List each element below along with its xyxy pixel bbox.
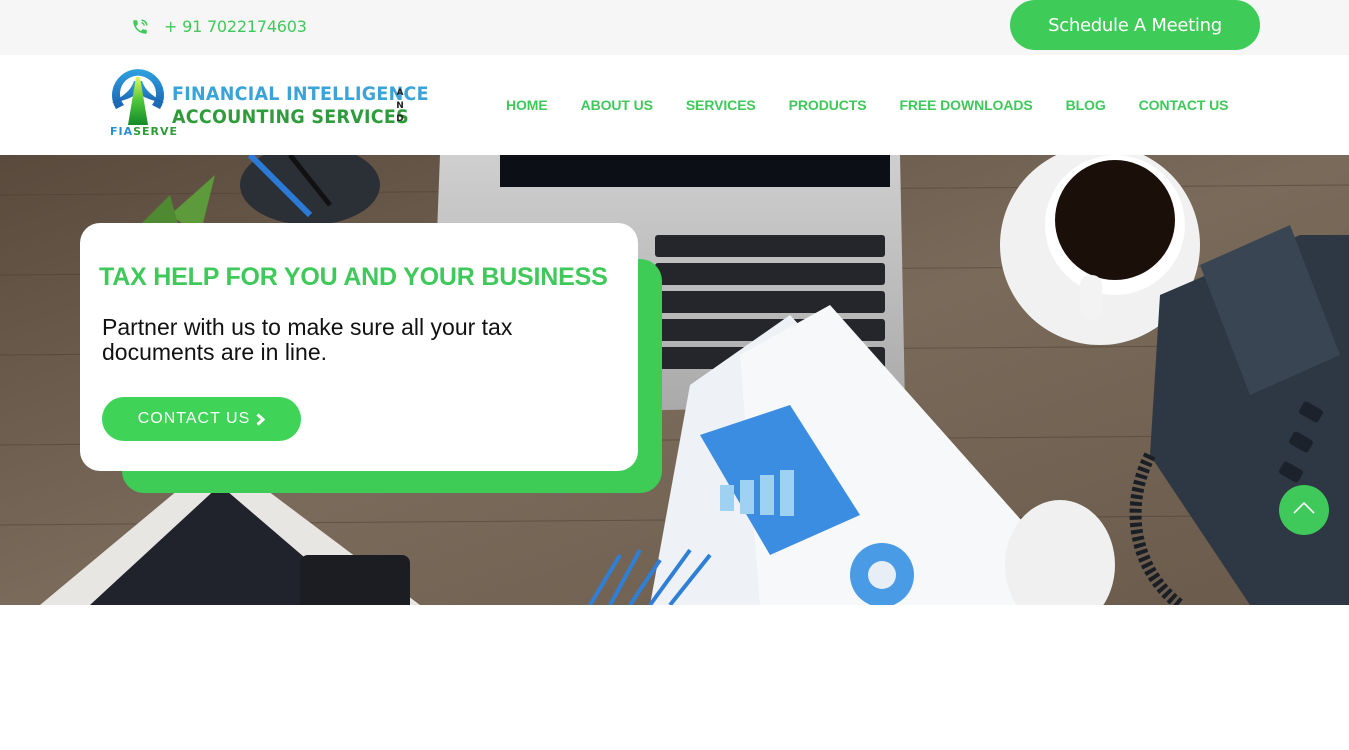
top-bar: + 91 7022174603 Schedule A Meeting (0, 0, 1349, 55)
nav-services[interactable]: SERVICES (686, 97, 756, 113)
logo-and: AND (396, 88, 404, 124)
phone-number[interactable]: + 91 7022174603 (164, 17, 307, 36)
nav-blog[interactable]: BLOG (1066, 97, 1106, 113)
nav-products[interactable]: PRODUCTS (789, 97, 867, 113)
nav-home[interactable]: HOME (506, 97, 548, 113)
hero-contact-button-label: CONTACT US (137, 410, 251, 427)
logo-sub-fia: FIA (110, 125, 134, 138)
logo-subtitle: FIASERVE (110, 125, 178, 138)
phone-ringing-icon (131, 18, 149, 36)
nav-about-us[interactable]: ABOUT US (581, 97, 653, 113)
site-logo[interactable]: FINANCIAL INTELLIGENCE ACCOUNTING SERVIC… (106, 63, 429, 141)
phone-contact[interactable]: + 91 7022174603 (131, 17, 307, 36)
logo-line-2: ACCOUNTING SERVICES (172, 106, 409, 128)
chevron-right-icon (256, 412, 266, 426)
hero-banner: TAX HELP FOR YOU AND YOUR BUSINESS Partn… (0, 155, 1349, 605)
nav-free-downloads[interactable]: FREE DOWNLOADS (899, 97, 1032, 113)
schedule-meeting-button[interactable]: Schedule A Meeting (1010, 0, 1260, 50)
main-nav: HOME ABOUT US SERVICES PRODUCTS FREE DOW… (506, 97, 1261, 113)
site-header: FINANCIAL INTELLIGENCE ACCOUNTING SERVIC… (0, 55, 1349, 155)
logo-sub-serve: SERVE (133, 125, 179, 138)
hero-contact-button[interactable]: CONTACT US (102, 397, 301, 441)
logo-line-1: FINANCIAL INTELLIGENCE (172, 83, 429, 105)
chevron-up-icon (1292, 501, 1316, 520)
hero-title: TAX HELP FOR YOU AND YOUR BUSINESS (99, 263, 608, 291)
hero-card: TAX HELP FOR YOU AND YOUR BUSINESS Partn… (80, 223, 638, 471)
hero-description: Partner with us to make sure all your ta… (102, 314, 513, 365)
nav-contact-us[interactable]: CONTACT US (1139, 97, 1229, 113)
scroll-to-top-button[interactable] (1279, 485, 1329, 535)
